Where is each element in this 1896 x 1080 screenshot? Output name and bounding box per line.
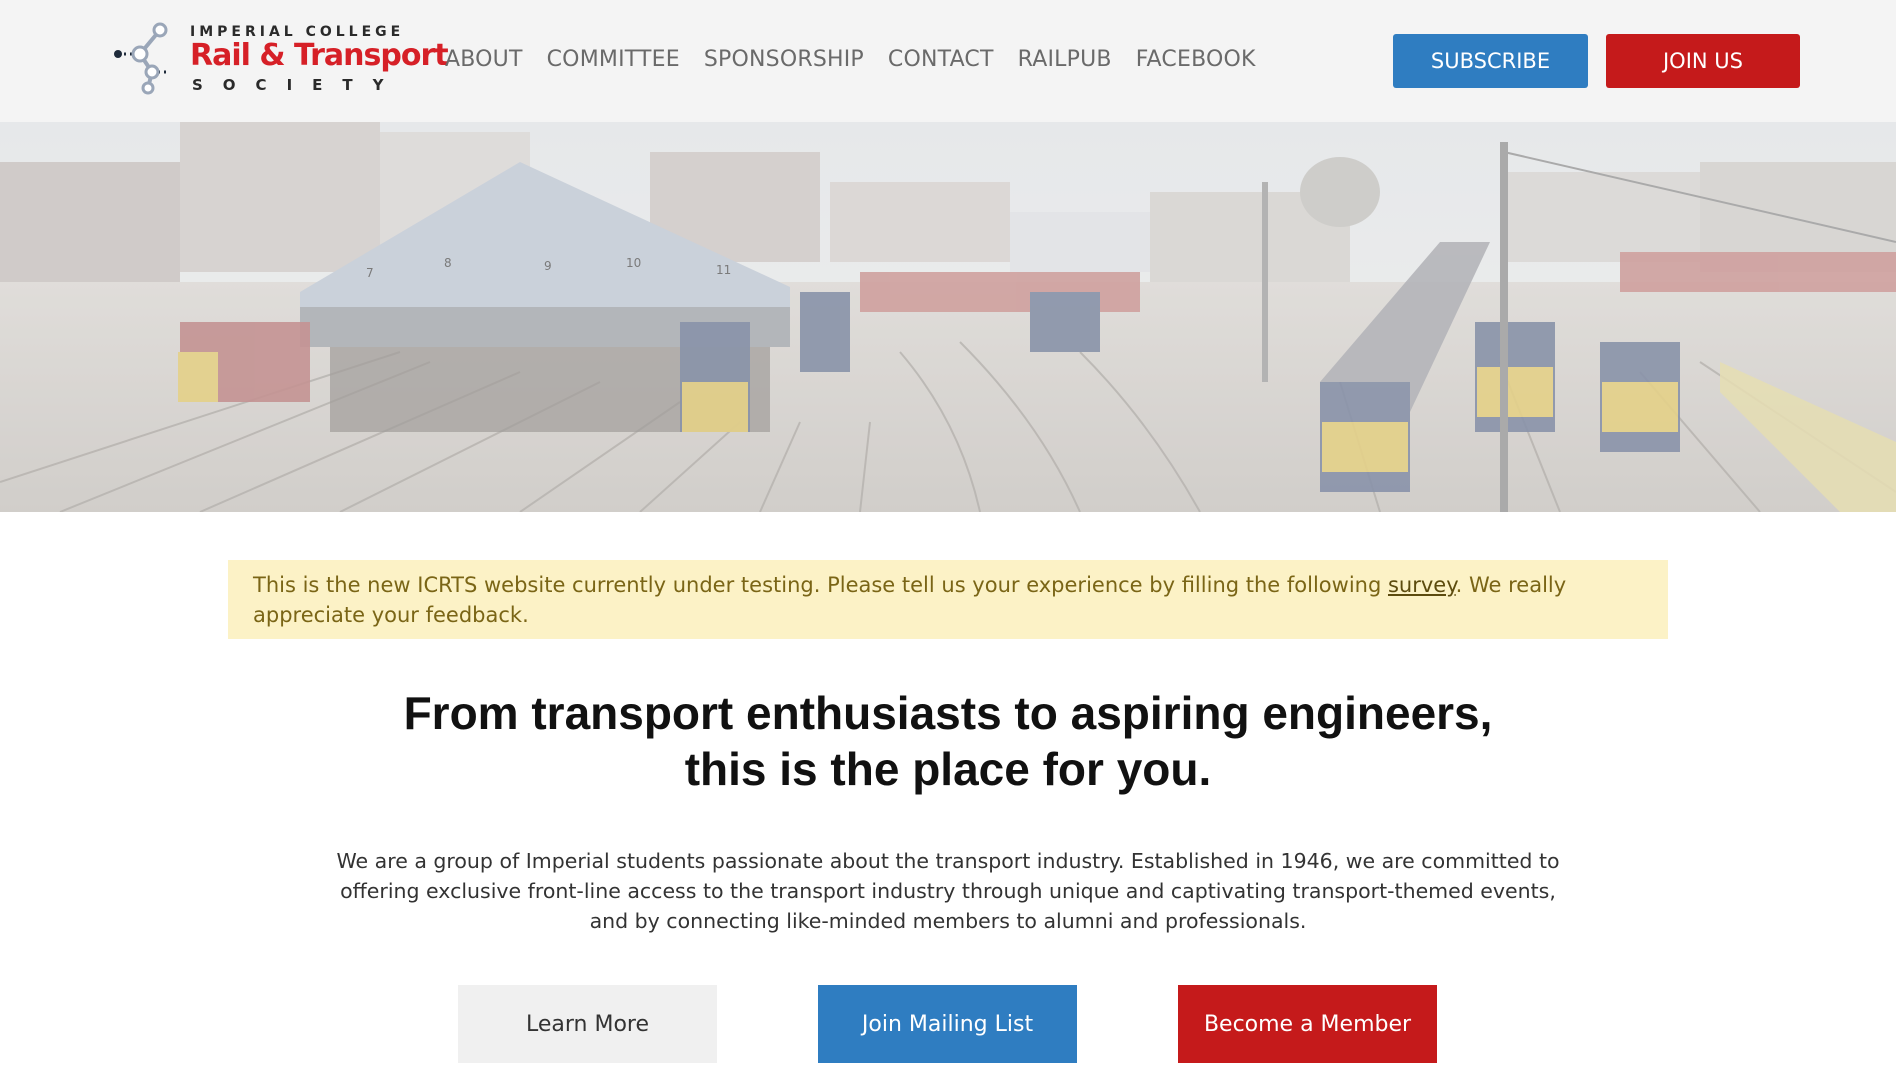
nav-contact[interactable]: CONTACT [888,47,994,72]
hero-banner: 7 8 9 10 11 [0,122,1896,512]
page-headline: From transport enthusiasts to aspiring e… [0,685,1896,797]
join-us-button[interactable]: JOIN US [1606,34,1800,88]
nav-facebook[interactable]: FACEBOOK [1136,47,1256,72]
testing-notice: This is the new ICRTS website currently … [228,560,1668,639]
join-mailing-list-button[interactable]: Join Mailing List [818,985,1077,1063]
intro-paragraph: We are a group of Imperial students pass… [336,849,1560,933]
headline-line-2: this is the place for you. [684,743,1212,795]
nav-committee[interactable]: COMMITTEE [547,47,680,72]
nav-sponsorship[interactable]: SPONSORSHIP [704,47,864,72]
site-logo[interactable]: IMPERIAL COLLEGE Rail & Transport SOCIET… [112,22,449,96]
main-nav: ABOUT COMMITTEE SPONSORSHIP CONTACT RAIL… [445,47,1256,72]
network-icon [114,22,170,95]
headline-line-1: From transport enthusiasts to aspiring e… [403,687,1493,739]
train-depot-illustration: 7 8 9 10 11 [0,122,1896,512]
nav-railpub[interactable]: RAILPUB [1018,47,1112,72]
logo-bottom-text: SOCIETY [192,76,404,94]
logo-main-text: Rail & Transport [190,38,449,73]
notice-text: This is the new ICRTS website currently … [253,573,1388,597]
survey-link[interactable]: survey [1388,573,1456,597]
subscribe-button[interactable]: SUBSCRIBE [1393,34,1588,88]
nav-about[interactable]: ABOUT [445,47,523,72]
learn-more-button[interactable]: Learn More [458,985,717,1063]
site-header: IMPERIAL COLLEGE Rail & Transport SOCIET… [0,0,1896,122]
become-member-button[interactable]: Become a Member [1178,985,1437,1063]
